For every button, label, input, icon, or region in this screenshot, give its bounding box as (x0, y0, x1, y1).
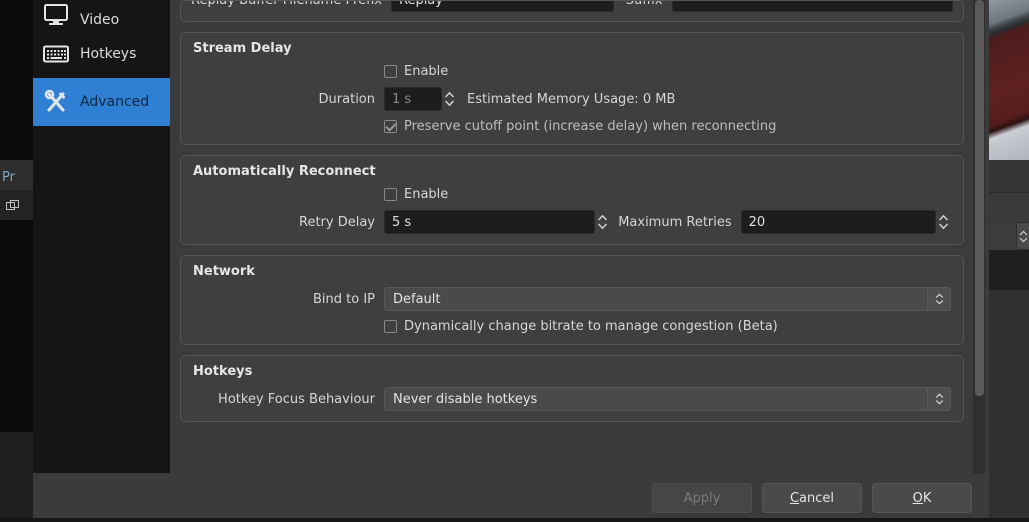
hotkey-focus-row: Hotkey Focus Behaviour Never disable hot… (193, 387, 951, 411)
max-retries-input[interactable]: 20 (740, 210, 936, 234)
auto-reconnect-retry-row: Retry Delay 5 s Maximum Retries 20 (193, 210, 951, 234)
hotkey-focus-label: Hotkey Focus Behaviour (218, 391, 375, 407)
video-preview-thumbnail (989, 0, 1029, 160)
dynamic-bitrate-label: Dynamically change bitrate to manage con… (404, 319, 778, 334)
max-retries-label: Maximum Retries (618, 214, 732, 230)
network-group: Network Bind to IP Default Dynamically c… (180, 255, 964, 345)
auto-reconnect-enable-label: Enable (404, 187, 449, 202)
background-right-row (989, 160, 1029, 192)
replay-prefix-label: Replay Buffer Filename Prefix (191, 0, 382, 8)
background-right-row (989, 290, 1029, 522)
retry-delay-spinner-icon[interactable] (595, 210, 610, 234)
apply-button[interactable]: Apply (652, 483, 752, 513)
dynamic-bitrate-checkbox[interactable]: Dynamically change bitrate to manage con… (384, 319, 778, 334)
estimated-memory-usage-label: Estimated Memory Usage: 0 MB (467, 91, 676, 107)
ok-mnemonic: O (912, 490, 923, 506)
sidebar-item-label: Video (80, 12, 120, 28)
dialog-button-bar: Apply Cancel OK (33, 473, 989, 522)
background-right-row (989, 250, 1029, 290)
stream-delay-enable-row: Enable (193, 64, 951, 79)
stream-delay-title: Stream Delay (193, 41, 292, 56)
sidebar-item-video[interactable]: Video (33, 0, 170, 30)
monitor-icon (43, 2, 69, 28)
stream-delay-enable-label: Enable (404, 64, 449, 79)
sidebar-item-label: Hotkeys (80, 46, 137, 62)
replay-prefix-value: Replay (399, 0, 443, 8)
auto-reconnect-enable-checkbox[interactable]: Enable (384, 187, 448, 202)
bind-to-ip-label: Bind to IP (312, 291, 375, 307)
settings-dialog-body: Video Hotkeys Advanced Replay Buffer Fil… (33, 0, 989, 474)
retry-delay-label: Retry Delay (299, 214, 375, 230)
settings-dialog: Video Hotkeys Advanced Replay Buffer Fil… (33, 0, 989, 522)
background-spinner-icon[interactable] (1016, 222, 1029, 250)
vertical-scrollbar[interactable] (973, 0, 985, 474)
scrollbar-handle[interactable] (975, 0, 984, 396)
replay-suffix-label: Suffix (625, 0, 663, 8)
hotkey-focus-combobox[interactable]: Never disable hotkeys (384, 387, 951, 411)
retry-delay-value: 5 s (392, 214, 412, 230)
sidebar-item-label: Advanced (80, 94, 150, 110)
cancel-rest: ancel (799, 490, 835, 506)
duration-spinbox-input[interactable]: 1 s (384, 87, 442, 111)
copy-icon[interactable] (6, 200, 20, 212)
auto-reconnect-enable-row: Enable (193, 187, 951, 202)
stream-delay-duration-row: Duration 1 s Estimated Memory Usage: 0 M… (193, 87, 951, 111)
keyboard-icon (43, 41, 69, 67)
cancel-button[interactable]: Cancel (762, 483, 862, 513)
ok-rest: K (922, 490, 932, 506)
sidebar-item-hotkeys[interactable]: Hotkeys (33, 30, 170, 78)
chevron-updown-icon (927, 288, 950, 310)
checkbox-icon (384, 65, 397, 78)
settings-scroll-content: Replay Buffer Filename Prefix Replay Suf… (170, 0, 989, 473)
replay-prefix-input[interactable]: Replay (391, 0, 614, 12)
cancel-mnemonic: C (789, 490, 800, 506)
dynamic-bitrate-row: Dynamically change bitrate to manage con… (193, 319, 951, 334)
stream-delay-enable-checkbox[interactable]: Enable (384, 64, 448, 79)
settings-content-area: Replay Buffer Filename Prefix Replay Suf… (170, 0, 989, 474)
chevron-updown-icon (927, 388, 950, 410)
hotkey-focus-value: Never disable hotkeys (393, 391, 538, 407)
bind-to-ip-value: Default (393, 291, 441, 307)
preserve-cutoff-checkbox[interactable]: Preserve cutoff point (increase delay) w… (384, 119, 776, 134)
duration-spinner-icon[interactable] (442, 87, 457, 111)
recording-group-partial: Replay Buffer Filename Prefix Replay Suf… (180, 0, 964, 22)
checkbox-icon (384, 320, 397, 333)
stream-delay-preserve-row: Preserve cutoff point (increase delay) w… (193, 119, 951, 134)
bind-to-ip-row: Bind to IP Default (193, 287, 951, 311)
auto-reconnect-group: Automatically Reconnect Enable Retry Del… (180, 155, 964, 245)
duration-label: Duration (318, 91, 375, 107)
background-left-window-label: Pr (2, 170, 15, 185)
duration-value: 1 s (392, 91, 412, 107)
background-left-strip (0, 432, 33, 522)
preserve-cutoff-label: Preserve cutoff point (increase delay) w… (404, 119, 777, 134)
tools-icon (43, 89, 69, 115)
hotkeys-title: Hotkeys (193, 364, 253, 379)
background-right-row (989, 192, 1029, 221)
network-title: Network (193, 264, 255, 279)
auto-reconnect-title: Automatically Reconnect (193, 164, 376, 179)
apply-button-label: Apply (683, 490, 721, 506)
sidebar-item-advanced[interactable]: Advanced (33, 78, 170, 126)
taskbar-edge (0, 518, 1029, 522)
max-retries-spinner-icon[interactable] (936, 210, 951, 234)
hotkeys-group: Hotkeys Hotkey Focus Behaviour Never dis… (180, 355, 964, 422)
max-retries-value: 20 (748, 214, 766, 230)
stream-delay-group: Stream Delay Enable Duration 1 s Estimat… (180, 32, 964, 145)
retry-delay-input[interactable]: 5 s (384, 210, 596, 234)
settings-sidebar: Video Hotkeys Advanced (33, 0, 170, 474)
ok-button[interactable]: OK (872, 483, 972, 513)
checkbox-checked-icon (384, 120, 397, 133)
checkbox-icon (384, 188, 397, 201)
replay-suffix-input[interactable] (671, 1, 953, 12)
bind-to-ip-combobox[interactable]: Default (384, 287, 951, 311)
